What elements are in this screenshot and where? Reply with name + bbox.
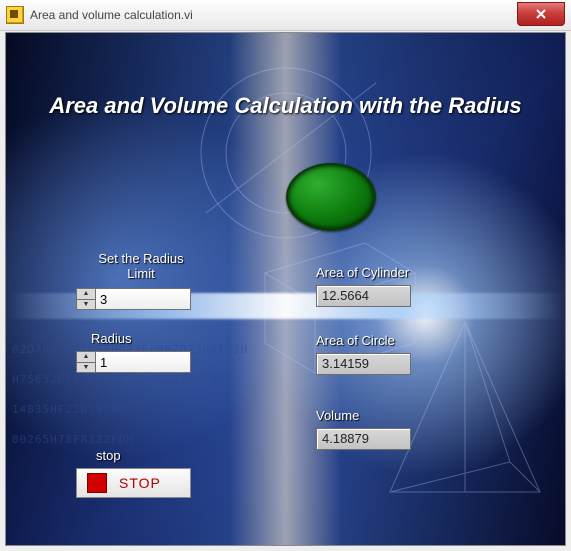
radius-limit-spinner[interactable]: ▲ ▼ [76, 288, 96, 310]
area-circle-label: Area of Circle [316, 333, 395, 348]
area-cylinder-label: Area of Cylinder [316, 265, 409, 280]
volume-label: Volume [316, 408, 359, 423]
front-panel: 02D7HG3662DF7HD236cH87D2366123H H75632D6… [5, 32, 566, 546]
decor-pyramid [380, 312, 550, 502]
area-cylinder-indicator: 12.5664 [316, 285, 411, 307]
radius-control[interactable]: ▲ ▼ [76, 351, 191, 373]
increment-icon[interactable]: ▲ [77, 352, 95, 362]
volume-indicator: 4.18879 [316, 428, 411, 450]
bg-noise: H75632D68nDH7D236cH87236FD8H7 [12, 373, 233, 386]
page-title: Area and Volume Calculation with the Rad… [6, 93, 565, 119]
radius-spinner[interactable]: ▲ ▼ [76, 351, 96, 373]
app-window: Area and volume calculation.vi [0, 0, 571, 551]
radius-limit-control[interactable]: ▲ ▼ [76, 288, 191, 310]
radius-label: Radius [91, 331, 131, 346]
close-button[interactable] [517, 2, 565, 26]
increment-icon[interactable]: ▲ [77, 289, 95, 299]
bg-noise: 14835HF23D587H87 [12, 403, 134, 416]
radius-input[interactable] [96, 351, 191, 373]
radius-limit-input[interactable] [96, 288, 191, 310]
stop-button-text: STOP [119, 475, 161, 491]
decrement-icon[interactable]: ▼ [77, 362, 95, 373]
bg-noise: 00265H78FR3ZZFDH [12, 433, 134, 446]
area-circle-indicator: 3.14159 [316, 353, 411, 375]
status-led [286, 163, 376, 231]
stop-button[interactable]: STOP [76, 468, 191, 498]
titlebar: Area and volume calculation.vi [0, 0, 571, 31]
stop-label: stop [96, 448, 121, 463]
decrement-icon[interactable]: ▼ [77, 299, 95, 310]
close-icon [535, 8, 547, 20]
radius-limit-label: Set the Radius Limit [86, 251, 196, 281]
stop-icon [87, 473, 107, 493]
labview-icon [6, 6, 24, 24]
window-title: Area and volume calculation.vi [30, 8, 193, 22]
